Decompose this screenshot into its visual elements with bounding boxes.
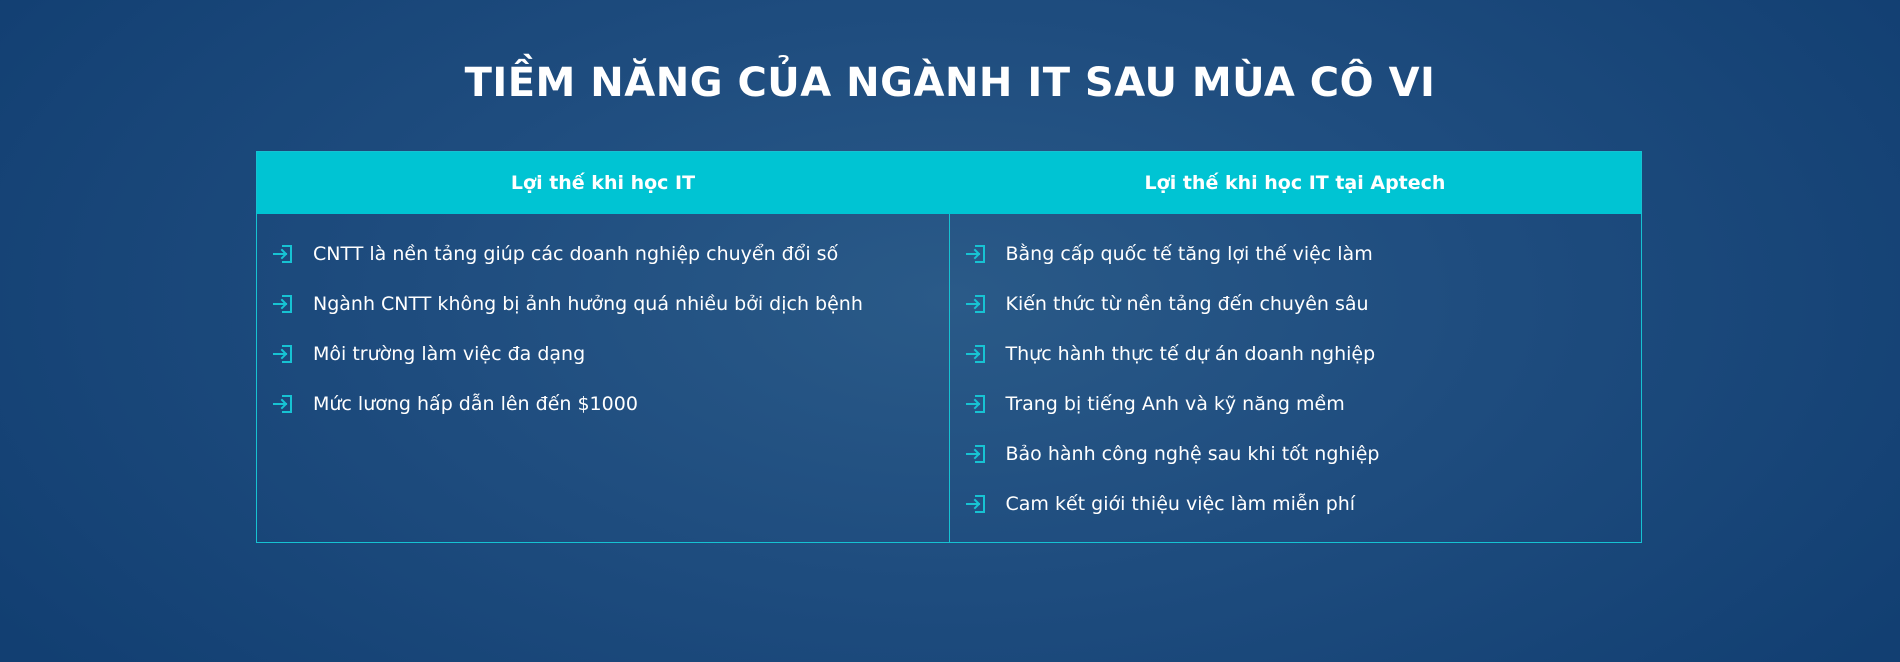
table-header: Lợi thế khi học IT Lợi thế khi học IT tạ… bbox=[257, 152, 1641, 214]
sign-in-icon bbox=[965, 243, 987, 265]
sign-in-icon bbox=[965, 393, 987, 415]
list-item-text: Ngành CNTT không bị ảnh hưởng quá nhiều … bbox=[313, 293, 863, 315]
sign-in-icon bbox=[272, 243, 294, 265]
list-item: CNTT là nền tảng giúp các doanh nghiệp c… bbox=[257, 229, 949, 279]
list-item: Bảo hành công nghệ sau khi tốt nghiệp bbox=[950, 429, 1642, 479]
list-item: Cam kết giới thiệu việc làm miễn phí bbox=[950, 479, 1642, 529]
list-item: Mức lương hấp dẫn lên đến $1000 bbox=[257, 379, 949, 429]
benefits-table: Lợi thế khi học IT Lợi thế khi học IT tạ… bbox=[256, 151, 1642, 543]
column-header-it-benefits: Lợi thế khi học IT bbox=[510, 172, 696, 194]
list-item: Bằng cấp quốc tế tăng lợi thế việc làm bbox=[950, 229, 1642, 279]
list-item-text: Mức lương hấp dẫn lên đến $1000 bbox=[313, 393, 638, 415]
list-item-text: Bằng cấp quốc tế tăng lợi thế việc làm bbox=[1005, 243, 1373, 265]
list-item-text: Cam kết giới thiệu việc làm miễn phí bbox=[1005, 493, 1356, 515]
list-item: Trang bị tiếng Anh và kỹ năng mềm bbox=[950, 379, 1642, 429]
list-item-text: Bảo hành công nghệ sau khi tốt nghiệp bbox=[1005, 443, 1380, 465]
list-item: Kiến thức từ nền tảng đến chuyên sâu bbox=[950, 279, 1642, 329]
list-item-text: Thực hành thực tế dự án doanh nghiệp bbox=[1005, 343, 1376, 365]
sign-in-icon bbox=[272, 343, 294, 365]
list-item: Môi trường làm việc đa dạng bbox=[257, 329, 949, 379]
sign-in-icon bbox=[965, 343, 987, 365]
it-benefits-column: CNTT là nền tảng giúp các doanh nghiệp c… bbox=[257, 214, 949, 542]
table-body: CNTT là nền tảng giúp các doanh nghiệp c… bbox=[257, 214, 1641, 542]
column-header-aptech-benefits: Lợi thế khi học IT tại Aptech bbox=[1144, 172, 1446, 194]
list-item: Ngành CNTT không bị ảnh hưởng quá nhiều … bbox=[257, 279, 949, 329]
list-item-text: Môi trường làm việc đa dạng bbox=[313, 343, 586, 365]
aptech-benefits-column: Bằng cấp quốc tế tăng lợi thế việc làm Ki… bbox=[948, 214, 1642, 542]
list-item: Thực hành thực tế dự án doanh nghiệp bbox=[950, 329, 1642, 379]
sign-in-icon bbox=[272, 293, 294, 315]
sign-in-icon bbox=[965, 493, 987, 515]
sign-in-icon bbox=[272, 393, 294, 415]
sign-in-icon bbox=[965, 293, 987, 315]
sign-in-icon bbox=[965, 443, 987, 465]
list-item-text: Kiến thức từ nền tảng đến chuyên sâu bbox=[1005, 293, 1369, 315]
list-item-text: Trang bị tiếng Anh và kỹ năng mềm bbox=[1005, 393, 1345, 415]
list-item-text: CNTT là nền tảng giúp các doanh nghiệp c… bbox=[313, 243, 839, 265]
page-title: TIỀM NĂNG CỦA NGÀNH IT SAU MÙA CÔ VI bbox=[464, 60, 1436, 106]
